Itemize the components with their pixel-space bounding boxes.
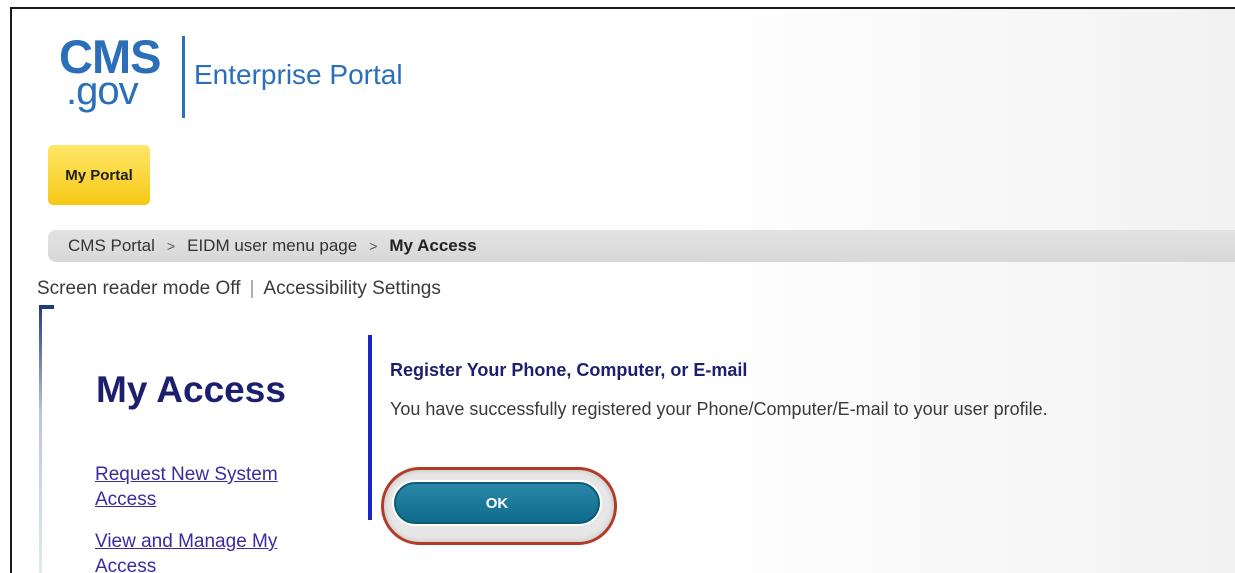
breadcrumb-separator: > bbox=[166, 238, 176, 254]
breadcrumb: CMS Portal > EIDM user menu page > My Ac… bbox=[48, 230, 1235, 262]
accessibility-settings-link[interactable]: Accessibility Settings bbox=[263, 278, 440, 300]
sidebar-rail bbox=[39, 305, 42, 573]
sidebar-title: My Access bbox=[96, 369, 286, 410]
logo-divider bbox=[182, 36, 185, 118]
accessibility-divider: | bbox=[249, 278, 255, 299]
page-frame: CMS .gov Enterprise Portal My Portal CMS… bbox=[10, 7, 1235, 573]
content-divider bbox=[368, 335, 372, 520]
breadcrumb-eidm-user-menu[interactable]: EIDM user menu page bbox=[187, 236, 357, 256]
screen-reader-toggle[interactable]: Screen reader mode Off bbox=[37, 278, 240, 300]
request-new-system-access-link[interactable]: Request New System Access bbox=[95, 462, 325, 512]
accessibility-bar: Screen reader mode Off | Accessibility S… bbox=[37, 278, 441, 300]
logo-gov-text: .gov bbox=[66, 69, 139, 113]
sidebar-rail-cap bbox=[39, 305, 54, 309]
ok-button-label: OK bbox=[485, 494, 509, 512]
view-and-manage-access-link[interactable]: View and Manage My Access bbox=[95, 529, 325, 573]
success-message: You have successfully registered your Ph… bbox=[390, 399, 1048, 419]
portal-title: Enterprise Portal bbox=[194, 59, 403, 90]
content-heading: Register Your Phone, Computer, or E-mail bbox=[390, 360, 748, 380]
tab-my-portal-label: My Portal bbox=[65, 166, 133, 184]
breadcrumb-current-page: My Access bbox=[389, 236, 477, 255]
ok-button[interactable]: OK bbox=[394, 482, 600, 524]
tab-my-portal[interactable]: My Portal bbox=[48, 145, 150, 205]
breadcrumb-cms-portal[interactable]: CMS Portal bbox=[68, 236, 155, 256]
breadcrumb-separator: > bbox=[369, 238, 378, 254]
